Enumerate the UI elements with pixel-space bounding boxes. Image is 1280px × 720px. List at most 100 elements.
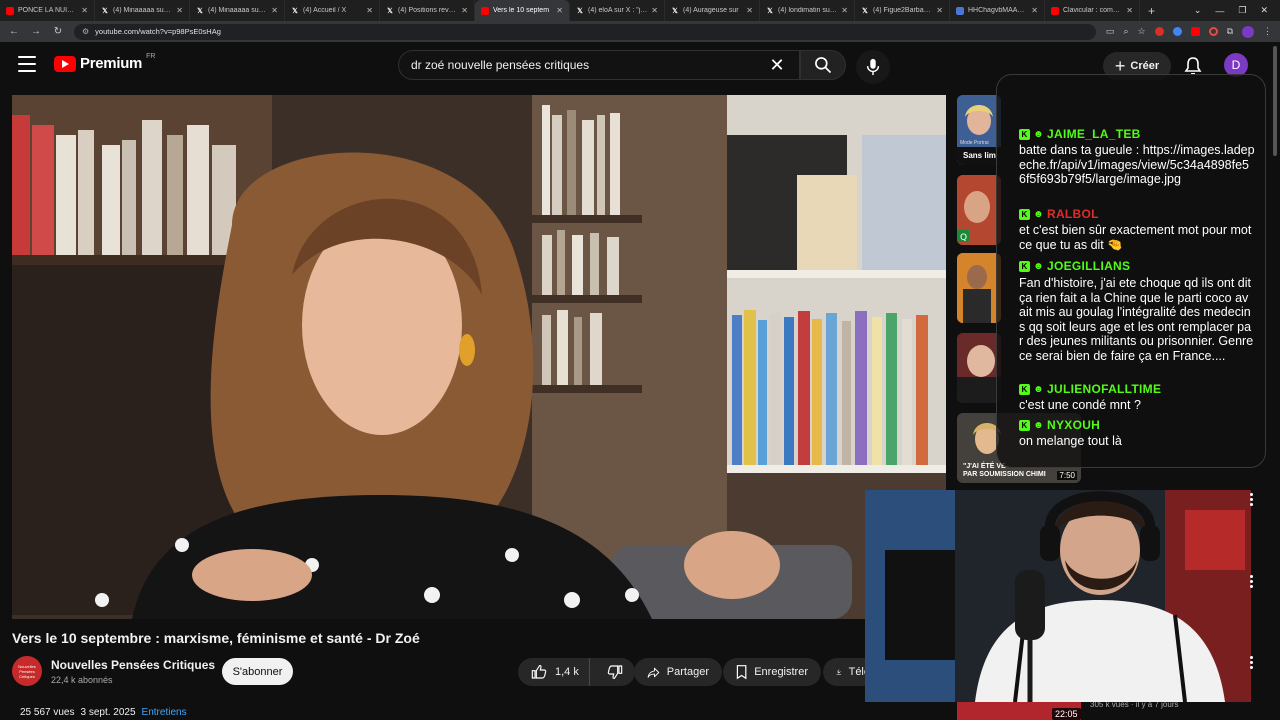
share-button[interactable]: Partager (634, 658, 722, 686)
video-title: Vers le 10 septembre : marxisme, féminis… (12, 630, 420, 646)
browser-tab[interactable]: Vers le 10 septem ✕ (475, 0, 570, 21)
search-input[interactable] (411, 58, 767, 72)
recommended-video-thumbnail[interactable] (957, 253, 1001, 323)
minimize-icon[interactable]: — (1215, 6, 1224, 16)
x-logo-icon: 𝕏 (292, 7, 298, 15)
thumbnail-image: Q (957, 175, 1001, 245)
page-scrollbar[interactable] (1273, 46, 1277, 156)
browser-tab[interactable]: 𝕏 (4) Minaaaaa sur X : "✕ (190, 0, 285, 21)
extension-yt-icon[interactable] (1190, 27, 1200, 36)
save-button[interactable]: Enregistrer (723, 658, 821, 686)
browser-tab[interactable]: 𝕏 (4) Accueil / X ✕ (285, 0, 380, 21)
webcam-overlay (865, 490, 1251, 702)
chat-username[interactable]: K ☻ RALBOL (1019, 207, 1099, 221)
youtube-play-icon (54, 55, 76, 72)
tab-close-icon[interactable]: ✕ (1031, 6, 1038, 15)
kick-badge-icon: K (1019, 419, 1030, 431)
browser-tab[interactable]: 𝕏 (4) Aurageuse sur ✕ (665, 0, 760, 21)
recommended-video-thumbnail[interactable]: Mode Portrai Sans lim (957, 95, 1001, 165)
tab-close-icon[interactable]: ✕ (176, 6, 183, 15)
subscriber-badge-icon: ☻ (1033, 208, 1044, 220)
youtube-favicon-icon (481, 6, 489, 15)
recommended-video-thumbnail[interactable]: Q (957, 175, 1001, 245)
bookmark-star-icon[interactable]: ☆ (1137, 26, 1145, 37)
tab-label: PONCE LA NUIT - SAN (18, 7, 77, 14)
youtube-logo[interactable]: Premium FR (54, 53, 155, 72)
channel-row: Nouvelles Pensées Critiques Nouvelles Pe… (12, 656, 883, 686)
hamburger-menu-icon[interactable] (18, 56, 36, 72)
zoom-icon[interactable]: ⌕ (1123, 26, 1128, 37)
chat-username[interactable]: K ☻ JOEGILLIANS (1019, 259, 1130, 273)
tab-close-icon[interactable]: ✕ (1126, 6, 1133, 15)
subscribe-button[interactable]: S'abonner (222, 658, 293, 685)
extensions-puzzle-icon[interactable]: ⧉ (1227, 26, 1233, 37)
search-button[interactable] (800, 50, 846, 80)
thumbs-down-icon (607, 665, 623, 679)
browser-tab[interactable]: 𝕏 (4) Minaaaaa sur X : "✕ (95, 0, 190, 21)
browser-tab[interactable]: 𝕏 (4) Figue2Barbarie sur X ✕ (855, 0, 950, 21)
tab-close-icon[interactable]: ✕ (366, 6, 373, 15)
tab-close-icon[interactable]: ✕ (746, 6, 753, 15)
extension-icons: ▭ ⌕ ☆ ⧉ ⋮ (1106, 25, 1272, 38)
clear-search-icon[interactable]: ✕ (767, 55, 787, 76)
x-logo-icon: 𝕏 (672, 7, 678, 15)
back-icon[interactable]: ← (8, 26, 20, 37)
url-field[interactable]: ⚙ youtube.com/watch?v=p98PsE0sHAg (74, 23, 1096, 40)
video-tag[interactable]: Entretiens (142, 707, 187, 718)
extension-blue-icon[interactable] (1172, 27, 1182, 36)
chat-username[interactable]: K ☻ JULIENOFALLTIME (1019, 382, 1161, 396)
dislike-button[interactable] (597, 658, 633, 686)
channel-name[interactable]: Nouvelles Pensées Critiques (51, 658, 215, 672)
maximize-icon[interactable]: ❐ (1238, 5, 1246, 16)
screen: PONCE LA NUIT - SAN ✕ 𝕏 (4) Minaaaaa sur X … (0, 0, 1280, 720)
browser-tab[interactable]: HHChagvbMAAgcoc ✕ (950, 0, 1045, 21)
like-dislike-group: 1,4 k (518, 658, 635, 686)
video-player[interactable] (12, 95, 946, 619)
site-info-icon[interactable]: ⚙ (82, 27, 89, 36)
browser-tab[interactable]: 𝕏 (4) Positions revue (@ ✕ (380, 0, 475, 21)
channel-avatar[interactable]: Nouvelles Pensées Critiques (12, 656, 42, 686)
close-icon[interactable]: ✕ (1260, 5, 1268, 16)
thumbs-up-icon (531, 665, 547, 679)
channel-avatar-text: Nouvelles Pensées Critiques (18, 663, 36, 679)
microphone-icon (866, 58, 880, 76)
browser-tab[interactable]: Clavicular : comment ✕ (1045, 0, 1140, 21)
browser-menu-icon[interactable]: ⋮ (1263, 26, 1272, 37)
x-logo-icon: 𝕏 (387, 7, 393, 15)
chat-username[interactable]: K ☻ JAIME_LA_TEB (1019, 127, 1141, 141)
video-meta[interactable]: 25 567 vues 3 sept. 2025 Entretiens (20, 707, 187, 718)
tab-close-icon[interactable]: ✕ (556, 6, 563, 15)
tab-label: (4) Positions revue (@ (398, 7, 457, 14)
x-logo-icon: 𝕏 (577, 7, 583, 15)
more-options-icon[interactable] (1250, 656, 1254, 669)
more-options-icon[interactable] (1250, 493, 1254, 506)
chat-message: et c'est bien sûr exactement mot pour mo… (1019, 223, 1252, 252)
chat-username-text: NYXOUH (1047, 418, 1101, 432)
chat-username[interactable]: K ☻ NYXOUH (1019, 418, 1100, 432)
browser-tab[interactable]: 𝕏 (4) eloA sur X : "jes rev✕ (570, 0, 665, 21)
tab-close-icon[interactable]: ✕ (81, 6, 88, 15)
tab-close-icon[interactable]: ✕ (936, 6, 943, 15)
forward-icon[interactable]: → (30, 26, 42, 37)
tab-close-icon[interactable]: ✕ (461, 6, 468, 15)
cast-icon[interactable]: ▭ (1106, 26, 1115, 37)
more-options-icon[interactable] (1250, 575, 1254, 588)
browser-tab[interactable]: 𝕏 (4) londimatin sur X : " ✕ (760, 0, 855, 21)
chevron-down-icon[interactable]: ⌄ (1194, 5, 1202, 16)
new-tab-icon[interactable]: + (1140, 4, 1163, 18)
like-button[interactable]: 1,4 k (518, 658, 590, 686)
share-icon (647, 667, 660, 678)
x-logo-icon: 𝕏 (102, 7, 108, 15)
extension-ring-icon[interactable] (1208, 27, 1218, 36)
reload-icon[interactable]: ↻ (52, 26, 64, 37)
extension-red-icon[interactable] (1154, 27, 1164, 36)
profile-icon[interactable] (1242, 25, 1254, 38)
publish-date: 3 sept. 2025 (80, 707, 136, 718)
tab-close-icon[interactable]: ✕ (651, 6, 658, 15)
voice-search-button[interactable] (856, 50, 890, 84)
browser-tab[interactable]: PONCE LA NUIT - SAN ✕ (0, 0, 95, 21)
tab-close-icon[interactable]: ✕ (841, 6, 848, 15)
tab-close-icon[interactable]: ✕ (271, 6, 278, 15)
video-duration: 22:05 (1052, 708, 1081, 720)
recommended-video-thumbnail[interactable] (957, 333, 1001, 403)
